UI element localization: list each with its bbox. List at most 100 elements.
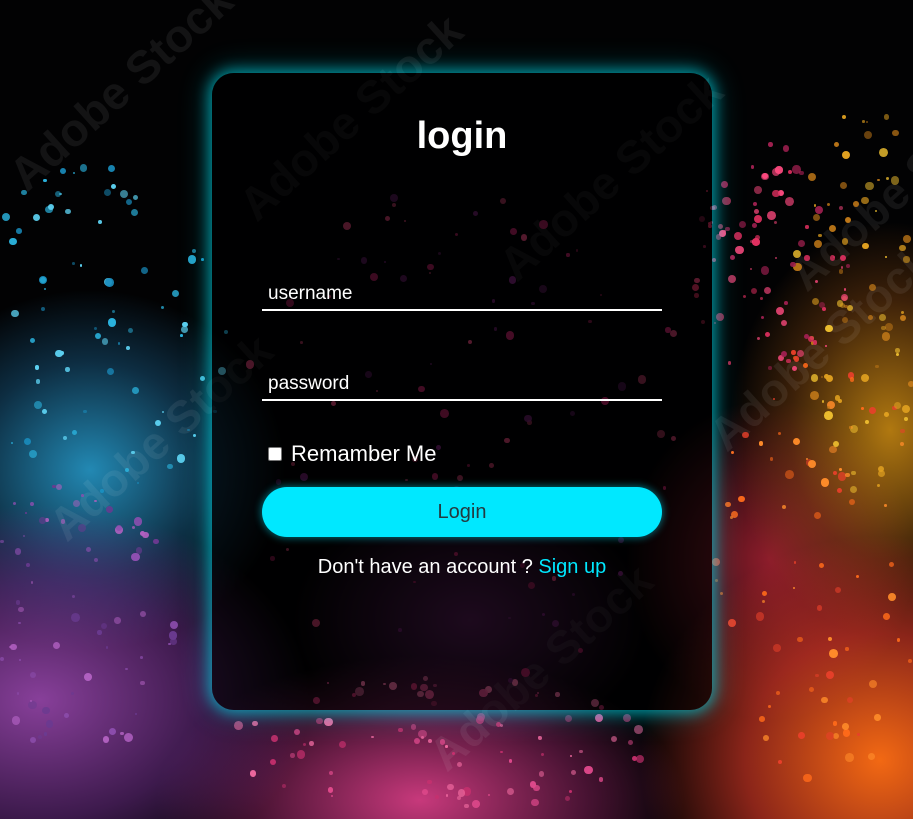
paint-speck xyxy=(784,300,789,305)
paint-speck xyxy=(807,459,817,469)
paint-speck xyxy=(167,463,174,470)
paint-speck xyxy=(803,773,812,783)
paint-speck xyxy=(832,441,839,448)
paint-speck xyxy=(842,723,850,730)
paint-speck xyxy=(892,130,899,137)
paint-speck xyxy=(841,151,850,159)
paint-speck xyxy=(40,306,46,311)
paint-speck xyxy=(410,724,417,730)
paint-speck xyxy=(114,617,121,624)
paint-speck xyxy=(785,469,795,479)
login-title: login xyxy=(416,115,508,157)
paint-speck xyxy=(780,319,787,327)
paint-speck xyxy=(131,450,135,455)
paint-speck xyxy=(899,244,906,252)
paint-speck xyxy=(808,687,814,693)
remember-me-checkbox[interactable] xyxy=(268,447,282,461)
paint-speck xyxy=(60,167,66,174)
login-button[interactable]: Login xyxy=(262,487,662,537)
paint-speck xyxy=(16,228,22,234)
paint-speck xyxy=(458,789,466,797)
paint-speck xyxy=(290,753,295,758)
paint-speck xyxy=(1,212,11,222)
paint-speck xyxy=(814,239,823,248)
paint-speck xyxy=(108,727,116,735)
paint-speck xyxy=(81,494,84,497)
paint-speck xyxy=(752,223,758,229)
paint-speck xyxy=(130,209,139,217)
paint-speck xyxy=(876,484,880,488)
paint-speck xyxy=(9,645,12,649)
paint-speck xyxy=(420,735,424,739)
paint-speck xyxy=(584,765,593,775)
paint-speck xyxy=(756,337,760,341)
paint-speck xyxy=(33,213,41,221)
paint-speck xyxy=(179,334,183,337)
paint-speck xyxy=(856,733,860,737)
paint-speck xyxy=(73,499,81,507)
paint-speck xyxy=(303,742,307,746)
paint-speck xyxy=(877,469,886,478)
paint-speck xyxy=(866,120,869,123)
signup-prompt: Don't have an account ? xyxy=(317,556,533,578)
paint-speck xyxy=(759,716,765,722)
paint-speck xyxy=(434,794,439,800)
paint-speck xyxy=(899,315,906,322)
paint-speck xyxy=(98,220,103,225)
paint-speck xyxy=(133,517,142,526)
paint-speck xyxy=(13,502,17,506)
paint-speck xyxy=(134,713,138,716)
paint-speck xyxy=(902,234,911,243)
paint-speck xyxy=(398,727,403,733)
paint-speck xyxy=(18,621,21,625)
paint-speck xyxy=(828,649,838,658)
paint-speck xyxy=(761,600,765,604)
paint-speck xyxy=(890,176,900,185)
paint-speck xyxy=(71,262,75,266)
paint-speck xyxy=(840,254,847,261)
paint-speck xyxy=(798,239,805,247)
paint-speck xyxy=(833,470,838,475)
paint-speck xyxy=(445,745,448,748)
paint-speck xyxy=(33,400,42,409)
watermark: Adobe Stock xyxy=(0,0,243,201)
paint-speck xyxy=(21,189,27,196)
paint-speck xyxy=(862,120,865,123)
paint-speck xyxy=(296,749,306,759)
paint-speck xyxy=(798,732,805,740)
paint-speck xyxy=(595,713,604,722)
paint-speck xyxy=(782,505,787,510)
paint-speck xyxy=(883,114,889,120)
paint-speck xyxy=(192,248,197,253)
paint-speck xyxy=(718,224,724,230)
paint-speck xyxy=(120,731,124,735)
paint-speck xyxy=(875,364,879,368)
paint-speck xyxy=(97,630,102,635)
paint-speck xyxy=(750,288,757,295)
paint-speck xyxy=(810,373,819,382)
paint-speck xyxy=(820,478,829,487)
paint-speck xyxy=(463,803,469,809)
remember-me-row[interactable]: Remamber Me xyxy=(268,441,436,467)
paint-speck xyxy=(125,198,132,205)
paint-speck xyxy=(725,226,730,232)
paint-speck xyxy=(271,735,278,742)
paint-speck xyxy=(15,599,21,605)
paint-speck xyxy=(840,182,847,190)
paint-speck xyxy=(773,644,781,652)
paint-speck xyxy=(894,401,902,409)
paint-speck xyxy=(71,613,81,623)
paint-speck xyxy=(799,170,804,176)
paint-speck xyxy=(817,233,822,238)
paint-speck xyxy=(598,776,604,782)
paint-speck xyxy=(760,266,770,275)
username-input[interactable] xyxy=(262,279,662,311)
paint-speck xyxy=(881,332,890,341)
paint-speck xyxy=(805,225,809,229)
paint-speck xyxy=(852,201,859,208)
paint-speck xyxy=(730,510,739,519)
password-input[interactable] xyxy=(262,369,662,401)
paint-speck xyxy=(883,612,891,620)
paint-speck xyxy=(9,237,17,246)
signup-link[interactable]: Sign up xyxy=(538,556,606,578)
